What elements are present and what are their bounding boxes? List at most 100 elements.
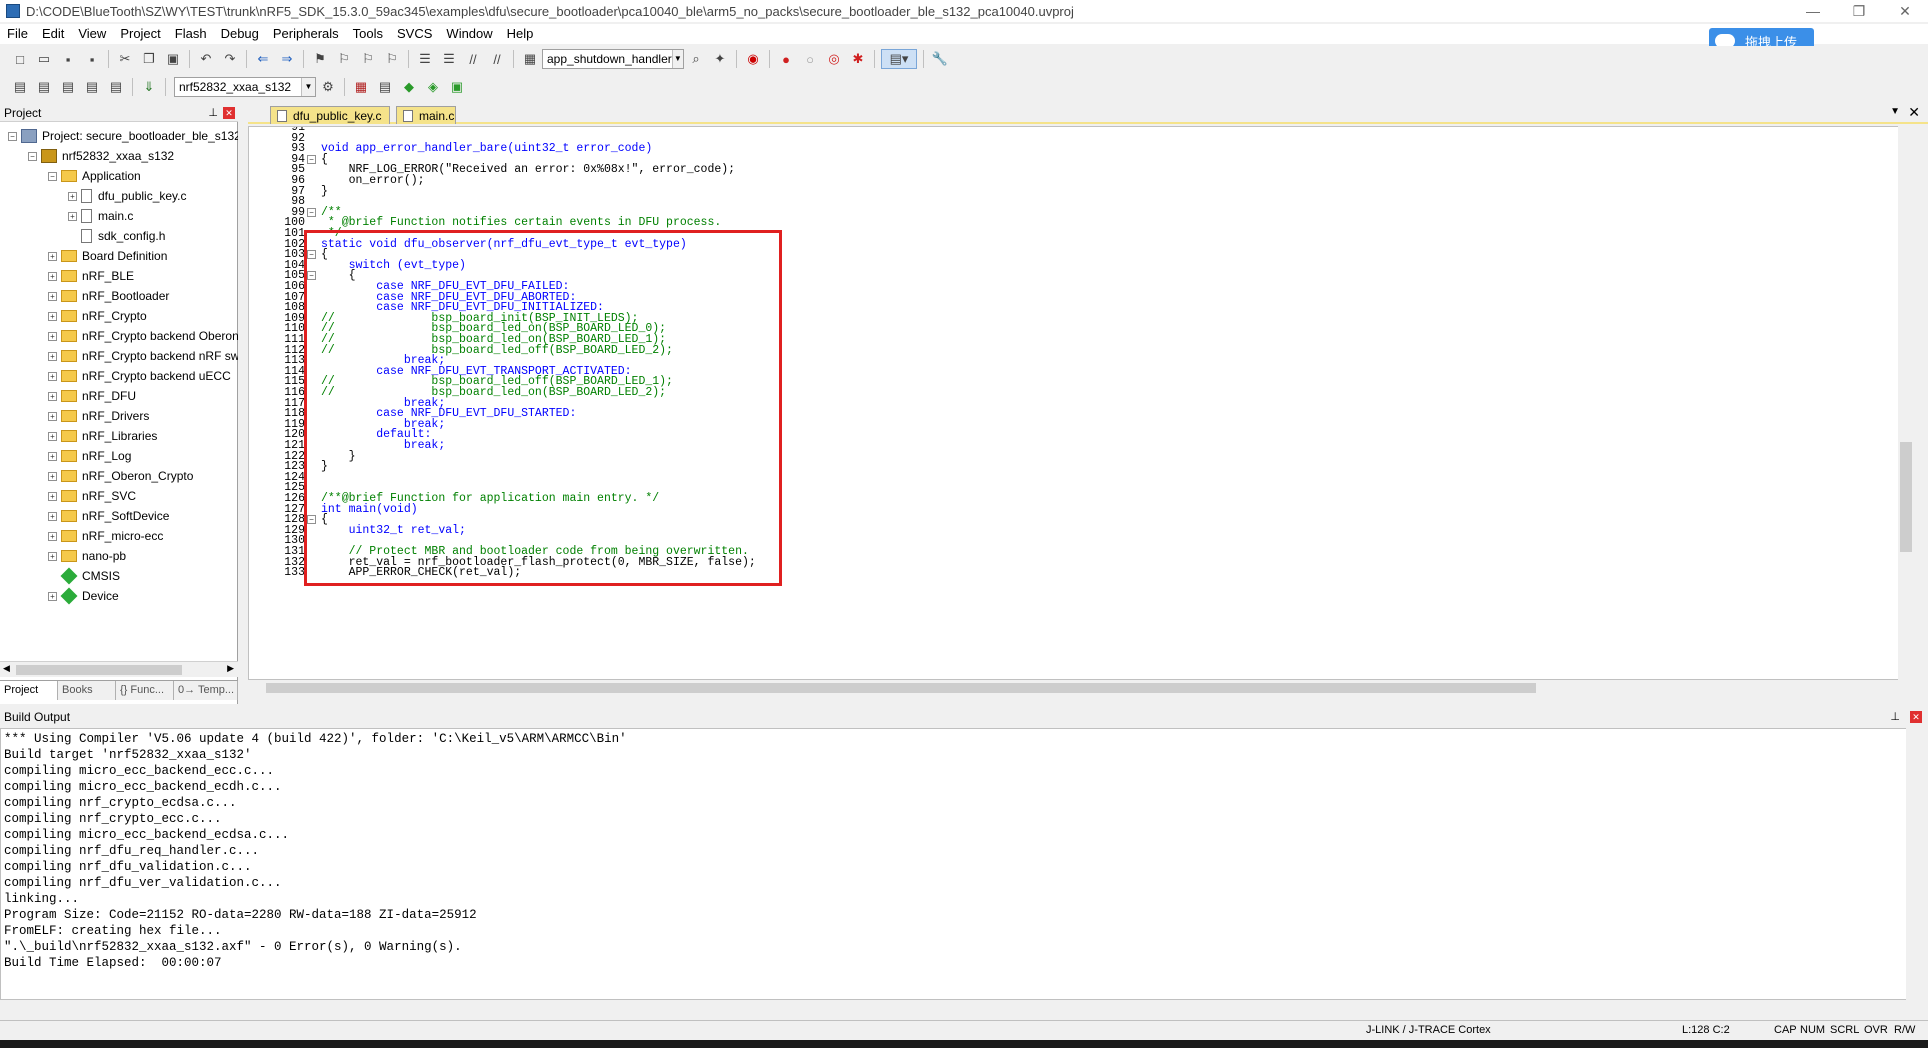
expand-icon[interactable]: +: [68, 211, 77, 221]
editor-vertical-scrollbar[interactable]: [1898, 126, 1914, 680]
chevron-down-icon[interactable]: ▼: [301, 78, 315, 96]
tab-functions[interactable]: {} Func...: [116, 681, 174, 700]
expand-icon[interactable]: +: [48, 291, 57, 301]
bookmark-clear-icon[interactable]: ⚐: [382, 49, 402, 69]
tab-books[interactable]: Books: [58, 681, 116, 700]
expand-icon[interactable]: +: [48, 251, 57, 261]
debug-session-icon[interactable]: ◉: [743, 49, 763, 69]
tree-item[interactable]: − Application: [48, 166, 141, 186]
file-extensions-icon[interactable]: ▤: [375, 77, 395, 97]
find-icon[interactable]: ⌕: [686, 49, 706, 69]
tree-item[interactable]: + nRF_micro-ecc: [48, 526, 163, 546]
collapse-icon[interactable]: −: [48, 171, 57, 181]
copy-icon[interactable]: ❐: [139, 49, 159, 69]
expand-icon[interactable]: +: [48, 311, 57, 321]
menu-edit[interactable]: Edit: [35, 24, 71, 44]
tab-list-icon[interactable]: ▼: [1890, 106, 1900, 117]
scroll-thumb[interactable]: [1900, 442, 1912, 552]
tree-item[interactable]: + Board Definition: [48, 246, 167, 266]
expand-icon[interactable]: +: [48, 371, 57, 381]
tree-item[interactable]: + nRF_SoftDevice: [48, 506, 169, 526]
expand-icon[interactable]: +: [68, 191, 77, 201]
fold-toggle-icon[interactable]: −: [307, 207, 316, 217]
chevron-down-icon[interactable]: ▼: [671, 50, 683, 68]
menu-window[interactable]: Window: [439, 24, 499, 44]
expand-icon[interactable]: +: [48, 471, 57, 481]
code-line[interactable]: on_error();: [321, 174, 425, 187]
disable-breakpoint-icon[interactable]: ○: [800, 49, 820, 69]
indent-icon[interactable]: ☰: [415, 49, 435, 69]
build-output-log[interactable]: *** Using Compiler 'V5.06 update 4 (buil…: [0, 728, 1910, 1000]
expand-icon[interactable]: +: [48, 551, 57, 561]
tree-item[interactable]: + main.c: [68, 206, 133, 226]
nav-forward-icon[interactable]: ⇒: [277, 49, 297, 69]
manage-components-icon[interactable]: ▦: [351, 77, 371, 97]
build-output-vertical-scrollbar[interactable]: [1906, 728, 1922, 1000]
scroll-right-icon[interactable]: ▶: [227, 663, 234, 674]
new-file-icon[interactable]: □: [10, 49, 30, 69]
tree-item[interactable]: − Project: secure_bootloader_ble_s132_: [8, 126, 238, 146]
tab-dfu-public-key[interactable]: dfu_public_key.c: [270, 106, 390, 124]
tab-main-c[interactable]: main.c: [396, 106, 456, 124]
menu-peripherals[interactable]: Peripherals: [266, 24, 346, 44]
target-combo[interactable]: nrf52832_xxaa_s132 ▼: [174, 77, 316, 97]
build-icon[interactable]: ▤: [34, 77, 54, 97]
bookmark-next-icon[interactable]: ⚐: [358, 49, 378, 69]
tree-item[interactable]: + nRF_Crypto backend uECC: [48, 366, 231, 386]
menu-flash[interactable]: Flash: [168, 24, 214, 44]
scroll-thumb[interactable]: [266, 683, 1536, 693]
tree-item[interactable]: + nRF_BLE: [48, 266, 134, 286]
code-line[interactable]: * @brief Function notifies certain event…: [321, 216, 721, 229]
menu-file[interactable]: File: [0, 24, 35, 44]
tree-item[interactable]: + nRF_Bootloader: [48, 286, 169, 306]
tab-templates[interactable]: 0→ Temp...: [174, 681, 238, 700]
expand-icon[interactable]: +: [48, 431, 57, 441]
tree-item[interactable]: CMSIS: [48, 566, 120, 586]
close-tab-icon[interactable]: ✕: [1908, 104, 1920, 121]
expand-icon[interactable]: +: [48, 411, 57, 421]
translate-icon[interactable]: ▤: [10, 77, 30, 97]
uncomment-icon[interactable]: //: [487, 49, 507, 69]
tree-item[interactable]: + Device: [48, 586, 119, 606]
build-output-horizontal-scrollbar[interactable]: [0, 1001, 1928, 1017]
target-options-icon[interactable]: ⚙: [318, 77, 338, 97]
menu-tools[interactable]: Tools: [346, 24, 390, 44]
code-line[interactable]: void app_error_handler_bare(uint32_t err…: [321, 142, 652, 155]
scroll-thumb[interactable]: [16, 665, 182, 675]
tree-item[interactable]: + dfu_public_key.c: [68, 186, 187, 206]
tree-item[interactable]: + nRF_DFU: [48, 386, 136, 406]
close-icon[interactable]: ✕: [1910, 711, 1922, 723]
scroll-left-icon[interactable]: ◀: [3, 663, 10, 674]
expand-icon[interactable]: +: [48, 591, 57, 601]
collapse-icon[interactable]: −: [28, 151, 37, 161]
breakpoint-icon[interactable]: ●: [776, 49, 796, 69]
window-layout-icon[interactable]: ▤▾: [881, 49, 917, 69]
open-folder-icon[interactable]: ▭: [34, 49, 54, 69]
stop-build-icon[interactable]: ▤: [106, 77, 126, 97]
close-icon[interactable]: ✕: [223, 107, 235, 119]
tree-item[interactable]: + nRF_Crypto backend nRF sw: [48, 346, 238, 366]
tree-item[interactable]: − nrf52832_xxaa_s132: [28, 146, 174, 166]
minimize-button[interactable]: —: [1790, 0, 1836, 22]
function-combo[interactable]: app_shutdown_handler ▼: [542, 49, 684, 69]
maximize-button[interactable]: ❐: [1836, 0, 1882, 22]
pin-icon[interactable]: ⊥: [208, 104, 218, 122]
rebuild-icon[interactable]: ▤: [58, 77, 78, 97]
expand-icon[interactable]: +: [48, 391, 57, 401]
nav-back-icon[interactable]: ⇐: [253, 49, 273, 69]
bookmark-icon[interactable]: ⚑: [310, 49, 330, 69]
expand-icon[interactable]: +: [48, 271, 57, 281]
expand-icon[interactable]: +: [48, 331, 57, 341]
code-line[interactable]: }: [321, 185, 328, 198]
menu-help[interactable]: Help: [500, 24, 541, 44]
tree-item[interactable]: + nRF_Libraries: [48, 426, 157, 446]
menu-debug[interactable]: Debug: [214, 24, 266, 44]
tree-item[interactable]: + nRF_Drivers: [48, 406, 149, 426]
menu-view[interactable]: View: [71, 24, 113, 44]
undo-icon[interactable]: ↶: [196, 49, 216, 69]
tree-item[interactable]: + nRF_Log: [48, 446, 131, 466]
tab-project[interactable]: Project: [0, 681, 58, 700]
expand-icon[interactable]: +: [48, 531, 57, 541]
fold-toggle-icon[interactable]: −: [307, 154, 316, 164]
tree-item[interactable]: + nRF_Crypto: [48, 306, 147, 326]
